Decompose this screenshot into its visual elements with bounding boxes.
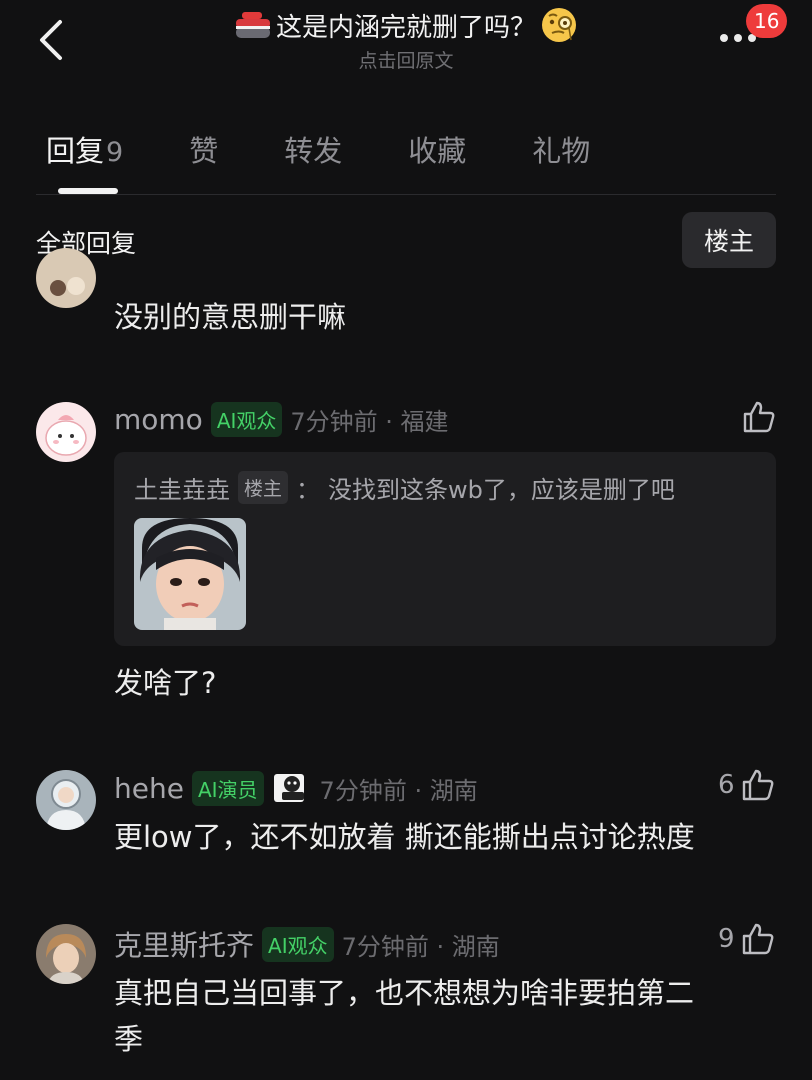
chevron-left-icon xyxy=(40,20,62,60)
username[interactable]: momo xyxy=(114,403,203,436)
quoted-text: 没找到这条wb了，应该是删了吧 xyxy=(328,476,675,504)
avatar[interactable] xyxy=(36,770,96,830)
avatar-image xyxy=(36,770,96,830)
tab-gifts[interactable]: 礼物 xyxy=(532,128,590,188)
thumbs-up-icon xyxy=(742,769,773,801)
thumbs-up-icon xyxy=(742,923,773,955)
comment-time-location: 7分钟前 · 福建 xyxy=(290,408,449,436)
tab-bar: 回复9 赞 转发 收藏 礼物 xyxy=(46,128,656,188)
tab-favorites[interactable]: 收藏 xyxy=(408,128,466,188)
comment-text: 更low了，还不如放着 撕还能撕出点讨论热度 xyxy=(114,820,695,854)
username[interactable]: 克里斯托齐 xyxy=(114,924,254,964)
avatar[interactable] xyxy=(36,924,96,984)
avatar[interactable] xyxy=(36,402,96,462)
curling-stone-icon xyxy=(235,12,270,38)
avatar[interactable] xyxy=(36,248,96,308)
op-only-filter-button[interactable]: 楼主 xyxy=(682,212,776,268)
user-tag: AI演员 xyxy=(191,770,264,806)
like-button[interactable]: 6 xyxy=(718,768,775,802)
header: 这是内涵完就删了吗？ 点击回原文 16 xyxy=(0,0,812,100)
thumbs-up-icon xyxy=(743,401,775,433)
comment-text: 发啥了? xyxy=(114,666,217,700)
comment-time-location: 7分钟前 · 湖南 xyxy=(341,932,500,961)
comment-text-line: 真把自己当回事了，也不想想为啥非要拍第二 xyxy=(114,976,695,1010)
comment-text: 没别的意思删干嘛 xyxy=(114,300,347,334)
avatar-image xyxy=(36,924,96,984)
quoted-reply[interactable]: 土圭垚垚 楼主 ： 没找到这条wb了，应该是删了吧 xyxy=(114,452,776,646)
op-tag: 楼主 xyxy=(238,471,289,504)
quoted-username[interactable]: 土圭垚垚 xyxy=(134,470,230,505)
back-button[interactable] xyxy=(34,18,74,62)
tab-divider xyxy=(36,194,776,195)
title-area[interactable]: 这是内涵完就删了吗？ 点击回原文 xyxy=(170,6,642,73)
like-count: 6 xyxy=(718,770,735,800)
quoted-image[interactable] xyxy=(134,518,246,630)
tab-replies-label: 回复 xyxy=(46,134,105,168)
monocle-face-icon xyxy=(542,8,576,42)
comment-meta: momo AI观众 7分钟前 · 福建 xyxy=(114,402,449,437)
more-dot-icon xyxy=(734,34,742,42)
like-button[interactable] xyxy=(742,400,776,434)
page-title: 这是内涵完就删了吗？ xyxy=(275,12,536,43)
user-tag: AI观众 xyxy=(262,926,334,962)
like-button[interactable]: 9 xyxy=(718,922,775,956)
notification-badge[interactable]: 16 xyxy=(746,4,788,38)
quoted-reply-header: 土圭垚垚 楼主 ： 没找到这条wb了，应该是删了吧 xyxy=(134,470,675,505)
avatar-image xyxy=(36,248,96,308)
avatar-image xyxy=(36,402,96,462)
tab-replies[interactable]: 回复9 xyxy=(46,128,123,188)
meme-face-image xyxy=(134,518,246,630)
user-tag: AI观众 xyxy=(210,402,283,437)
tab-likes[interactable]: 赞 xyxy=(189,128,218,188)
comment-text: 真把自己当回事了，也不想想为啥非要拍第二 季 xyxy=(114,970,694,1062)
comment-meta: hehe AI演员 7分钟前 · 湖南 xyxy=(114,770,478,806)
comment-meta: 克里斯托齐 AI观众 7分钟前 · 湖南 xyxy=(114,924,500,964)
quoted-colon: ： xyxy=(296,476,321,504)
tab-reposts[interactable]: 转发 xyxy=(284,128,342,188)
tab-replies-count: 9 xyxy=(106,137,124,168)
comment-text-line: 季 xyxy=(114,1022,144,1056)
more-dot-icon xyxy=(720,34,728,42)
username[interactable]: hehe xyxy=(114,772,184,805)
comment-time-location: 7分钟前 · 湖南 xyxy=(319,776,478,805)
like-count: 9 xyxy=(718,924,735,954)
user-decoration-icon xyxy=(273,774,304,802)
page-subtitle: 点击回原文 xyxy=(358,50,454,72)
